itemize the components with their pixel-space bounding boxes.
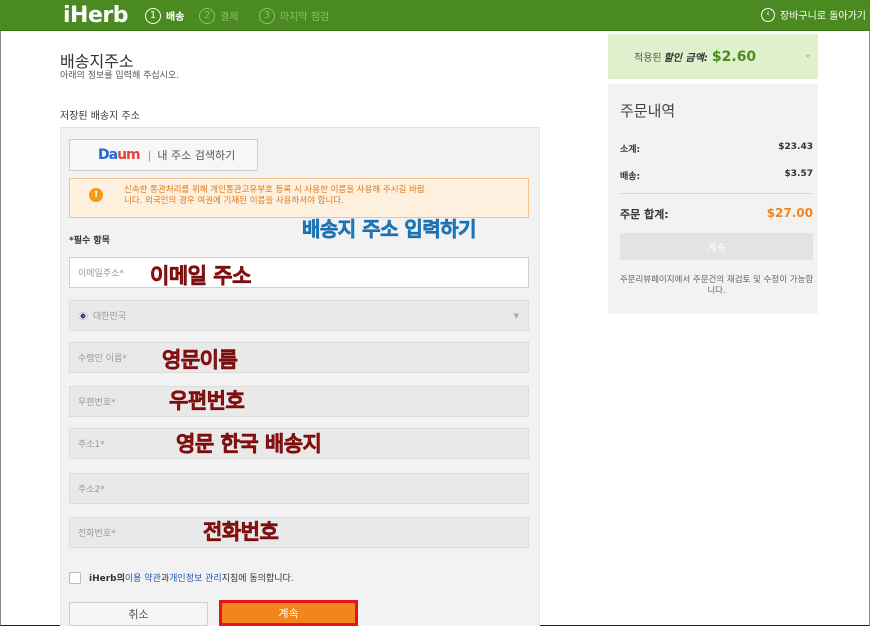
summary-continue-button[interactable]: 계속 [620,233,813,260]
annotation-postal: 우편번호 [169,389,245,414]
step-label: 배송 [166,12,185,23]
recipient-name-field[interactable]: 수령인 이름* [69,342,529,373]
step-number-3: 3 [259,7,275,24]
country-select[interactable]: 대한민국 ▼ [69,300,529,331]
review-note: 주문리뷰페이지에서 주문건의 재검토 및 수정이 가능합니다. [619,275,814,296]
chevron-left-circle-icon: ‹ [761,7,776,22]
subtotal-row: 소계: $23.43 [620,142,813,155]
phone-field[interactable]: 전화번호* [69,517,529,548]
order-summary: 주문내역 소계: $23.43 배송: $3.57 주문 합계: $27.00 계속 … [608,84,818,314]
discount-prefix: 적용된 [634,53,662,64]
customs-name-notice: ! 신속한 통관처리를 위해 개인통관고유부호 등록 시 사용한 이름을 사용해… [69,178,529,218]
order-summary-title: 주문내역 [620,102,676,120]
continue-button[interactable]: 계속 [219,600,358,626]
agreement-suffix: 지침에 동의합니다. [221,574,294,584]
step-final-review: 3 마지막 점검 [259,7,329,24]
saved-address-label: 저장된 배송지 주소 [60,111,140,122]
discount-label: 할인 금액: [663,53,708,64]
separator: | [147,148,152,162]
annotation-name: 영문이름 [162,348,238,373]
discount-amount: $2.60 [711,48,757,65]
required-fields-label: *필수 항목 [69,236,110,246]
divider [620,193,813,194]
applied-discount-bar[interactable]: 적용된 할인 금액: $2.60 ⌄ [608,34,818,79]
page-subtitle: 아래의 정보를 입력해 주십시오. [60,71,180,81]
terms-link[interactable]: 이용 약관 [125,571,161,584]
cancel-button[interactable]: 취소 [69,602,208,626]
daum-button-label: 내 주소 검색하기 [157,149,236,162]
iherb-logo[interactable]: iHerb [63,1,128,30]
chevron-down-icon: ▼ [513,312,519,320]
info-icon: ! [89,188,103,202]
step-payment: 2 결제 [199,7,238,24]
step-shipping: 1 배송 [145,7,184,24]
shipping-row: 배송: $3.57 [620,169,813,182]
annotation-address: 영문 한국 배송지 [176,432,322,457]
agreement-middle: 과 [160,574,170,584]
terms-agreement: iHerb의 이용 약관 과 개인정보 관리 지침에 동의합니다. [69,571,294,584]
step-number-1: 1 [145,7,161,24]
annotation-shipping-address: 배송지 주소 입력하기 [302,217,477,242]
email-field[interactable]: 이메일주소* [69,257,529,288]
privacy-link[interactable]: 개인정보 관리 [169,571,222,584]
daum-logo: Daum [98,147,141,163]
order-total-row: 주문 합계: $27.00 [620,206,813,221]
step-number-2: 2 [199,7,215,24]
step-label: 마지막 점검 [280,12,330,23]
chevron-down-icon[interactable]: ⌄ [804,49,812,60]
daum-address-search-button[interactable]: Daum | 내 주소 검색하기 [69,139,258,171]
terms-checkbox[interactable] [69,571,81,584]
postal-code-field[interactable]: 우편번호* [69,386,529,417]
back-to-cart-link[interactable]: ‹ 장바구니로 돌아가기 [761,7,866,22]
back-to-cart-label: 장바구니로 돌아가기 [780,11,866,22]
korea-flag-icon [78,311,88,320]
address2-field[interactable]: 주소2* [69,473,529,504]
notice-text: 신속한 통관처리를 위해 개인통관고유부호 등록 시 사용한 이름을 사용해 주… [124,185,425,206]
annotation-phone: 전화번호 [203,520,279,545]
annotation-email: 이메일 주소 [150,264,252,289]
step-label: 결제 [220,12,239,23]
checkout-header: iHerb 1 배송 2 결제 3 마지막 점검 ‹ 장바구니로 돌아가기 [0,0,870,31]
agreement-prefix: iHerb의 [89,574,125,584]
